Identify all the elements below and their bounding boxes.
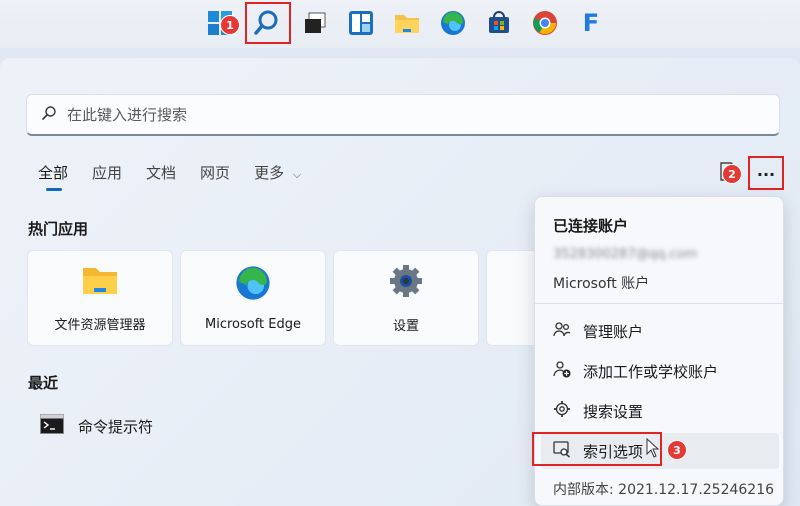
app-label: 文件资源管理器 (54, 317, 146, 333)
edge-icon (235, 265, 271, 305)
tab-more-label: 更多 (254, 164, 285, 182)
account-email: 3528300287@qq.com (553, 247, 698, 262)
menu-item-label: 管理账户 (583, 322, 644, 341)
menu-item-label: 添加工作或学校账户 (583, 362, 719, 381)
menu-item-add-work-account[interactable]: 添加工作或学校账户 (541, 353, 779, 389)
menu-item-search-settings[interactable]: 搜索设置 (541, 393, 779, 429)
more-highlight-frame (748, 156, 784, 190)
gear-icon (388, 263, 424, 303)
app-card-file-explorer[interactable]: 文件资源管理器 (27, 250, 173, 346)
build-version: 内部版本: 2021.12.17.25246216 (553, 482, 775, 498)
f-app-icon[interactable]: F (576, 8, 606, 38)
recent-item-cmd[interactable]: 命令提示符 (40, 414, 153, 438)
taskbar: 1 F (0, 0, 800, 48)
mouse-cursor-icon (646, 437, 660, 462)
app-label: 设置 (392, 318, 419, 334)
file-explorer-icon[interactable] (392, 8, 422, 38)
app-card-settings[interactable]: 设置 (333, 250, 479, 346)
tab-documents[interactable]: 文档 (146, 162, 176, 183)
pinned-section-title: 热门应用 (28, 220, 89, 238)
account-type: Microsoft 账户 (553, 276, 650, 292)
filter-tabs: 全部 应用 文档 网页 更多 ⌵ (38, 162, 325, 191)
task-view-icon[interactable] (300, 8, 330, 38)
search-highlight-frame (245, 2, 291, 44)
tab-more[interactable]: 更多 ⌵ (254, 162, 301, 183)
chevron-down-icon: ⌵ (292, 168, 302, 181)
recent-item-label: 命令提示符 (78, 417, 154, 436)
tab-web[interactable]: 网页 (200, 162, 230, 183)
gear-icon (553, 400, 571, 422)
widgets-icon[interactable] (346, 8, 376, 38)
tab-apps[interactable]: 应用 (92, 162, 122, 183)
folder-icon (81, 264, 119, 302)
recent-section-title: 最近 (28, 374, 59, 392)
step-badge-3: 3 (667, 440, 687, 460)
menu-header: 已连接账户 (553, 217, 629, 235)
add-person-icon (553, 360, 571, 382)
search-small-icon (41, 105, 57, 125)
people-icon (553, 320, 571, 342)
app-label: Microsoft Edge (204, 316, 301, 332)
search-panel: 全部 应用 文档 网页 更多 ⌵ 2 ··· 热门应用 文件资源管理器 (0, 58, 800, 506)
search-input[interactable] (67, 105, 667, 124)
chrome-icon[interactable] (530, 8, 560, 38)
app-card-edge[interactable]: Microsoft Edge (180, 250, 326, 346)
step-badge-2: 2 (722, 164, 742, 184)
menu-divider (535, 303, 783, 304)
indexing-highlight-frame (532, 432, 662, 466)
menu-item-manage-accounts[interactable]: 管理账户 (541, 313, 779, 349)
command-prompt-icon (40, 414, 64, 438)
store-icon[interactable] (484, 8, 514, 38)
step-badge-1: 1 (220, 15, 240, 35)
tab-all[interactable]: 全部 (38, 162, 68, 191)
menu-item-label: 搜索设置 (583, 402, 644, 421)
search-box[interactable] (26, 94, 780, 136)
edge-icon[interactable] (438, 8, 468, 38)
